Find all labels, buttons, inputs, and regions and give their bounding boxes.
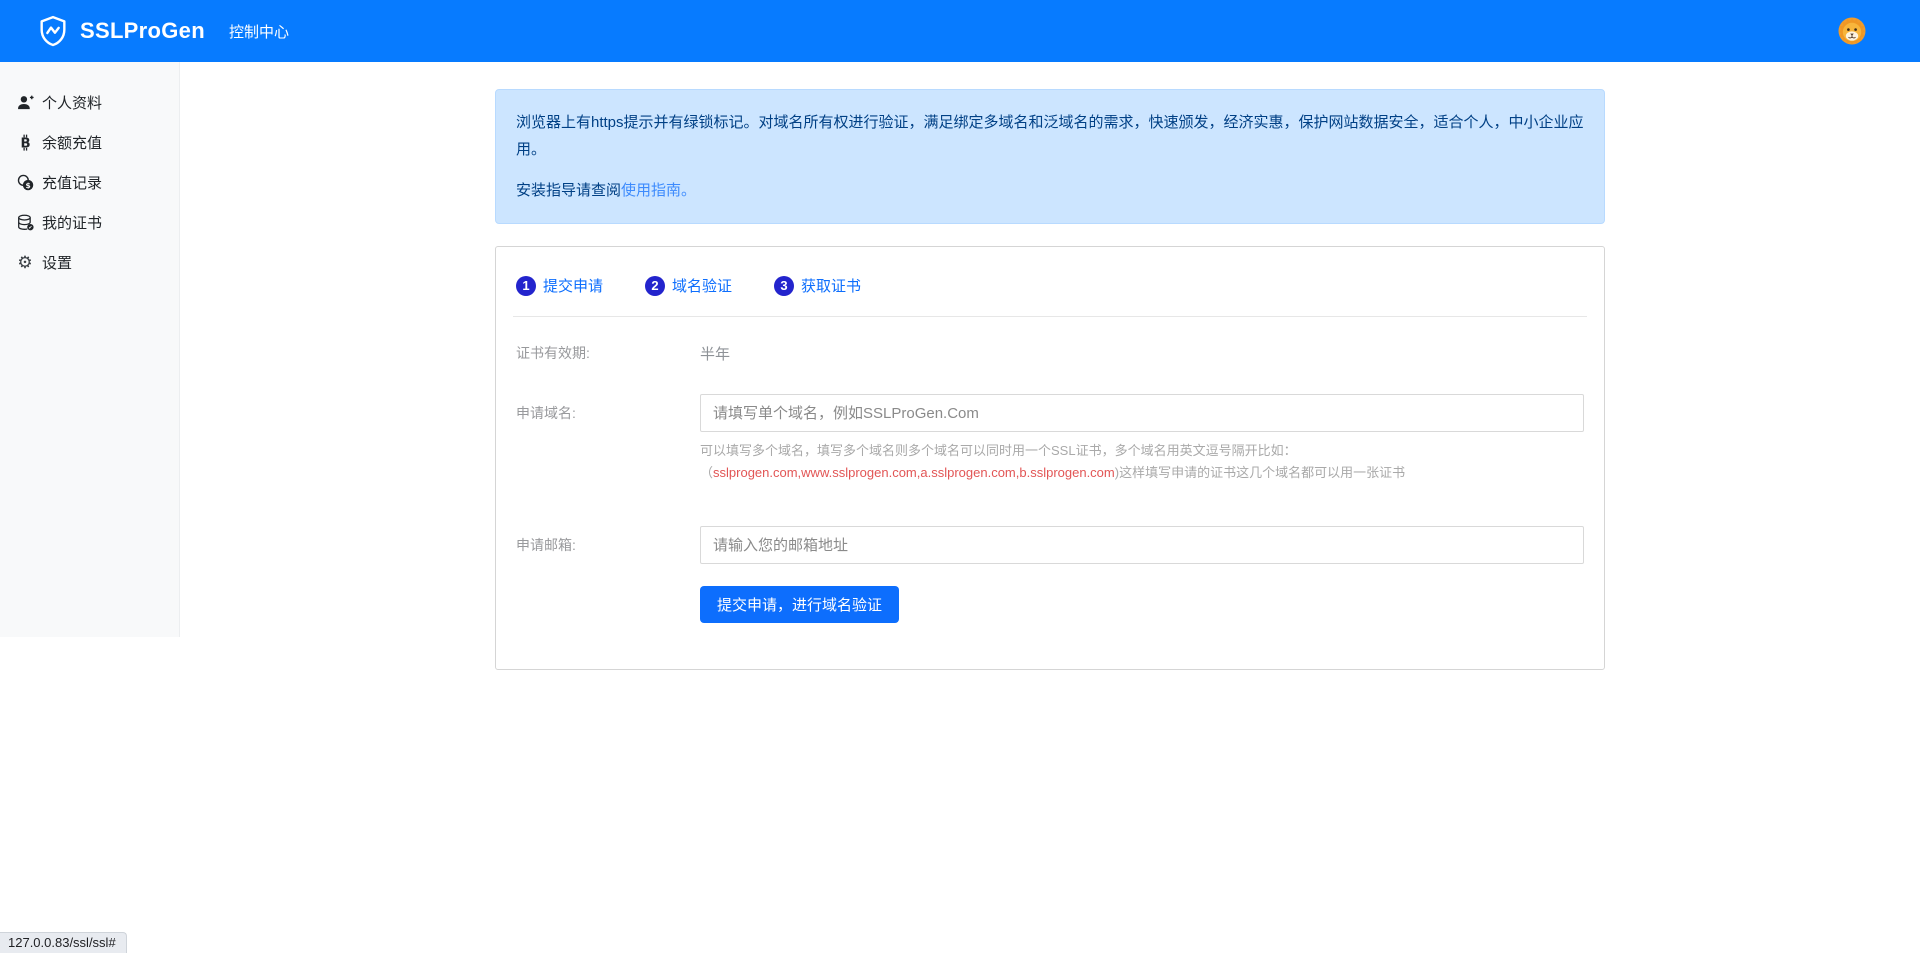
sidebar-item-label: 余额充值	[42, 132, 102, 153]
domain-help-suffix: )这样填写申请的证书这几个域名都可以用一张证书	[1115, 465, 1405, 480]
email-input[interactable]	[700, 526, 1584, 564]
domain-help-text: 可以填写多个域名，填写多个域名则多个域名可以同时用一个SSL证书，多个域名用英文…	[700, 440, 1584, 484]
domain-input[interactable]	[700, 394, 1584, 432]
steps-header: 1 提交申请 2 域名验证 3 获取证书	[513, 247, 1587, 317]
sidebar-item-recharge-records[interactable]: $ 充值记录	[0, 162, 179, 202]
submit-spacer	[516, 564, 700, 573]
step-2-badge: 2	[645, 276, 665, 296]
svg-text:B: B	[20, 136, 30, 151]
sidebar-item-my-certificates[interactable]: ✔ 我的证书	[0, 202, 179, 242]
step-domain-verification[interactable]: 2 域名验证	[645, 275, 732, 296]
step-1-label: 提交申请	[543, 275, 603, 296]
certificate-stack-icon: ✔	[16, 213, 34, 231]
info-alert: 浏览器上有https提示并有绿锁标记。对域名所有权进行验证，满足绑定多域名和泛域…	[495, 89, 1605, 224]
top-navbar: SSLProGen 控制中心	[0, 0, 1920, 62]
step-2-label: 域名验证	[672, 275, 732, 296]
step-submit-application[interactable]: 1 提交申请	[516, 275, 603, 296]
usage-guide-link[interactable]: 使用指南。	[621, 182, 696, 199]
email-row: 申请邮箱:	[516, 526, 1584, 564]
shield-logo-icon	[36, 14, 80, 48]
sidebar: 个人资料 B 余额充值 $ 充值记录	[0, 62, 180, 637]
svg-text:$: $	[25, 180, 30, 189]
browser-status-url: 127.0.0.83/ssl/ssl#	[0, 932, 127, 953]
person-plus-icon	[16, 93, 34, 111]
lion-emoji-icon[interactable]	[1836, 15, 1868, 47]
domain-help-examples: sslprogen.com,www.sslprogen.com,a.sslpro…	[713, 465, 1115, 480]
step-1-badge: 1	[516, 276, 536, 296]
sidebar-item-label: 设置	[42, 252, 72, 273]
sidebar-item-label: 个人资料	[42, 92, 102, 113]
alert-guide-prefix: 安装指导请查阅	[516, 182, 621, 199]
brand[interactable]: SSLProGen	[36, 14, 205, 48]
sidebar-item-recharge[interactable]: B 余额充值	[0, 122, 179, 162]
bitcoin-icon: B	[16, 133, 34, 151]
apply-card: 1 提交申请 2 域名验证 3 获取证书 证书有效期: 半年	[495, 246, 1605, 670]
svg-text:✔: ✔	[28, 225, 32, 231]
sidebar-item-profile[interactable]: 个人资料	[0, 82, 179, 122]
sidebar-item-label: 我的证书	[42, 212, 102, 233]
coins-icon: $	[16, 173, 34, 191]
domain-row: 申请域名: 可以填写多个域名，填写多个域名则多个域名可以同时用一个SSL证书，多…	[516, 394, 1584, 484]
validity-label: 证书有效期:	[516, 343, 700, 363]
validity-value: 半年	[700, 343, 730, 364]
step-get-certificate[interactable]: 3 获取证书	[774, 275, 861, 296]
email-label: 申请邮箱:	[516, 526, 700, 555]
domain-label: 申请域名:	[516, 394, 700, 423]
apply-form: 证书有效期: 半年 申请域名: 可以填写多个域名，填写多个域名则多个域名可以同时…	[496, 317, 1604, 669]
main-content: 浏览器上有https提示并有绿锁标记。对域名所有权进行验证，满足绑定多域名和泛域…	[180, 62, 1920, 670]
step-3-badge: 3	[774, 276, 794, 296]
alert-text: 浏览器上有https提示并有绿锁标记。对域名所有权进行验证，满足绑定多域名和泛域…	[516, 109, 1584, 163]
submit-application-button[interactable]: 提交申请，进行域名验证	[700, 586, 899, 623]
brand-name: SSLProGen	[80, 18, 205, 44]
nav-item-control-center[interactable]: 控制中心	[229, 24, 289, 41]
sidebar-item-label: 充值记录	[42, 172, 102, 193]
gear-icon: ⚙	[16, 253, 34, 271]
sidebar-item-settings[interactable]: ⚙ 设置	[0, 242, 179, 282]
alert-guide-line: 安装指导请查阅使用指南。	[516, 177, 1584, 204]
validity-row: 证书有效期: 半年	[516, 343, 1584, 364]
step-3-label: 获取证书	[801, 275, 861, 296]
top-nav: 控制中心	[229, 21, 289, 42]
